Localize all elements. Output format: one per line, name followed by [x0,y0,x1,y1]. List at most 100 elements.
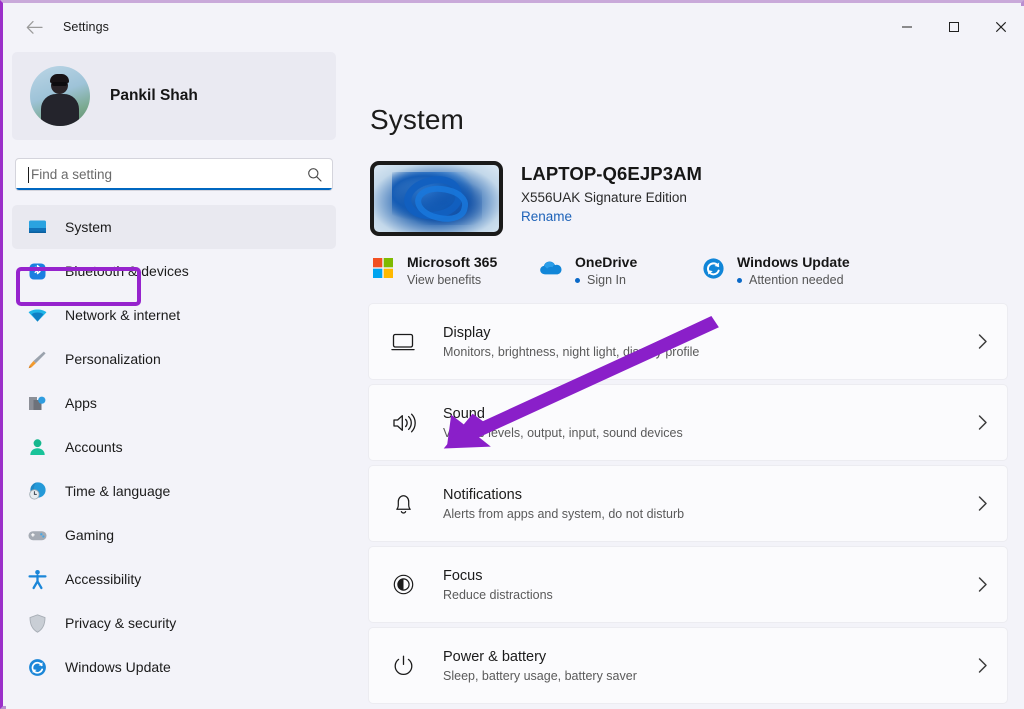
sidebar-item-gaming[interactable]: Gaming [12,513,336,557]
microsoft-logo-icon [370,255,396,281]
search-container [15,158,333,191]
card-title: Notifications [443,487,976,503]
app-title: Settings [63,20,109,34]
status-sub-text: Sign In [587,273,626,287]
monitor-icon [26,216,48,238]
paintbrush-icon [26,348,48,370]
device-summary: LAPTOP-Q6EJP3AM X556UAK Signature Editio… [370,161,1008,236]
text-caret [28,167,29,183]
status-dot [737,278,742,283]
card-sub: Monitors, brightness, night light, displ… [443,345,976,359]
status-dot [575,278,580,283]
card-title: Focus [443,568,976,584]
sidebar-item-label: System [65,219,112,235]
sidebar-item-personalization[interactable]: Personalization [12,337,336,381]
status-sub: Attention needed [737,273,850,287]
title-bar: Settings [6,6,1024,48]
window-controls [883,6,1024,48]
status-microsoft-365[interactable]: Microsoft 365 View benefits [370,254,538,287]
sidebar-item-label: Gaming [65,527,114,543]
status-sub: View benefits [407,273,497,287]
search-box[interactable] [15,158,333,191]
accessibility-icon [26,568,48,590]
wifi-icon [26,304,48,326]
minimize-button[interactable] [883,6,930,48]
sidebar-item-bluetooth-devices[interactable]: Bluetooth & devices [12,249,336,293]
main-content: System LAPTOP-Q6EJP3AM X556UAK Signature… [342,48,1024,709]
status-title: OneDrive [575,254,637,270]
back-arrow-icon [26,20,43,35]
device-name: LAPTOP-Q6EJP3AM [521,163,702,185]
sidebar-item-label: Network & internet [65,307,180,323]
sidebar-item-privacy-security[interactable]: Privacy & security [12,601,336,645]
gamepad-icon [26,524,48,546]
focus-icon [389,571,417,599]
chevron-right-icon [976,414,989,431]
search-focus-underline [16,188,332,190]
rename-link[interactable]: Rename [521,209,572,224]
page-title: System [370,104,1008,136]
sidebar-item-label: Personalization [65,351,161,367]
power-icon [389,652,417,680]
avatar [30,66,90,126]
bluetooth-icon [26,260,48,282]
onedrive-cloud-icon [538,255,564,281]
sidebar-item-accessibility[interactable]: Accessibility [12,557,336,601]
account-name: Pankil Shah [110,87,198,105]
status-onedrive[interactable]: OneDrive Sign In [538,254,700,287]
sidebar-item-network-internet[interactable]: Network & internet [12,293,336,337]
status-sub-text: View benefits [407,273,481,287]
status-sub-text: Attention needed [749,273,844,287]
settings-card-display[interactable]: Display Monitors, brightness, night ligh… [368,303,1008,380]
card-sub: Sleep, battery usage, battery saver [443,669,976,683]
screenshot-frame: Settings Pan [0,0,1024,709]
card-sub: Volume levels, output, input, sound devi… [443,426,976,440]
status-sub: Sign In [575,273,637,287]
person-icon [26,436,48,458]
bell-icon [389,490,417,518]
sidebar-item-windows-update[interactable]: Windows Update [12,645,336,689]
sidebar-item-time-language[interactable]: Time & language [12,469,336,513]
clock-globe-icon [26,480,48,502]
update-icon [700,255,726,281]
close-button[interactable] [977,6,1024,48]
sidebar-item-label: Bluetooth & devices [65,263,189,279]
sidebar-item-accounts[interactable]: Accounts [12,425,336,469]
settings-card-focus[interactable]: Focus Reduce distractions [368,546,1008,623]
sidebar-item-apps[interactable]: Apps [12,381,336,425]
chevron-right-icon [976,333,989,350]
settings-card-power-battery[interactable]: Power & battery Sleep, battery usage, ba… [368,627,1008,704]
status-windows-update[interactable]: Windows Update Attention needed [700,254,850,287]
search-icon[interactable] [307,167,322,182]
maximize-button[interactable] [930,6,977,48]
card-sub: Alerts from apps and system, do not dist… [443,507,976,521]
search-input[interactable] [31,167,307,182]
card-title: Sound [443,406,976,422]
speaker-icon [389,409,417,437]
sidebar-nav: System Bluetooth & devices [6,205,342,709]
chevron-right-icon [976,495,989,512]
back-button[interactable] [16,12,52,42]
settings-card-sound[interactable]: Sound Volume levels, output, input, soun… [368,384,1008,461]
account-card[interactable]: Pankil Shah [12,52,336,140]
chevron-right-icon [976,576,989,593]
status-title: Windows Update [737,254,850,270]
chevron-right-icon [976,657,989,674]
device-model: X556UAK Signature Edition [521,190,702,205]
settings-card-notifications[interactable]: Notifications Alerts from apps and syste… [368,465,1008,542]
sidebar-item-label: Accessibility [65,571,141,587]
sidebar-item-label: Apps [65,395,97,411]
status-title: Microsoft 365 [407,254,497,270]
settings-card-list: Display Monitors, brightness, night ligh… [368,303,1008,704]
settings-window: Settings Pan [6,6,1024,709]
apps-icon [26,392,48,414]
update-icon [26,656,48,678]
sidebar-item-system[interactable]: System [12,205,336,249]
card-title: Display [443,325,976,341]
sidebar-item-label: Privacy & security [65,615,176,631]
display-icon [389,328,417,356]
device-info: LAPTOP-Q6EJP3AM X556UAK Signature Editio… [521,161,702,226]
sidebar-item-label: Time & language [65,483,170,499]
card-sub: Reduce distractions [443,588,976,602]
sidebar-item-label: Accounts [65,439,123,455]
